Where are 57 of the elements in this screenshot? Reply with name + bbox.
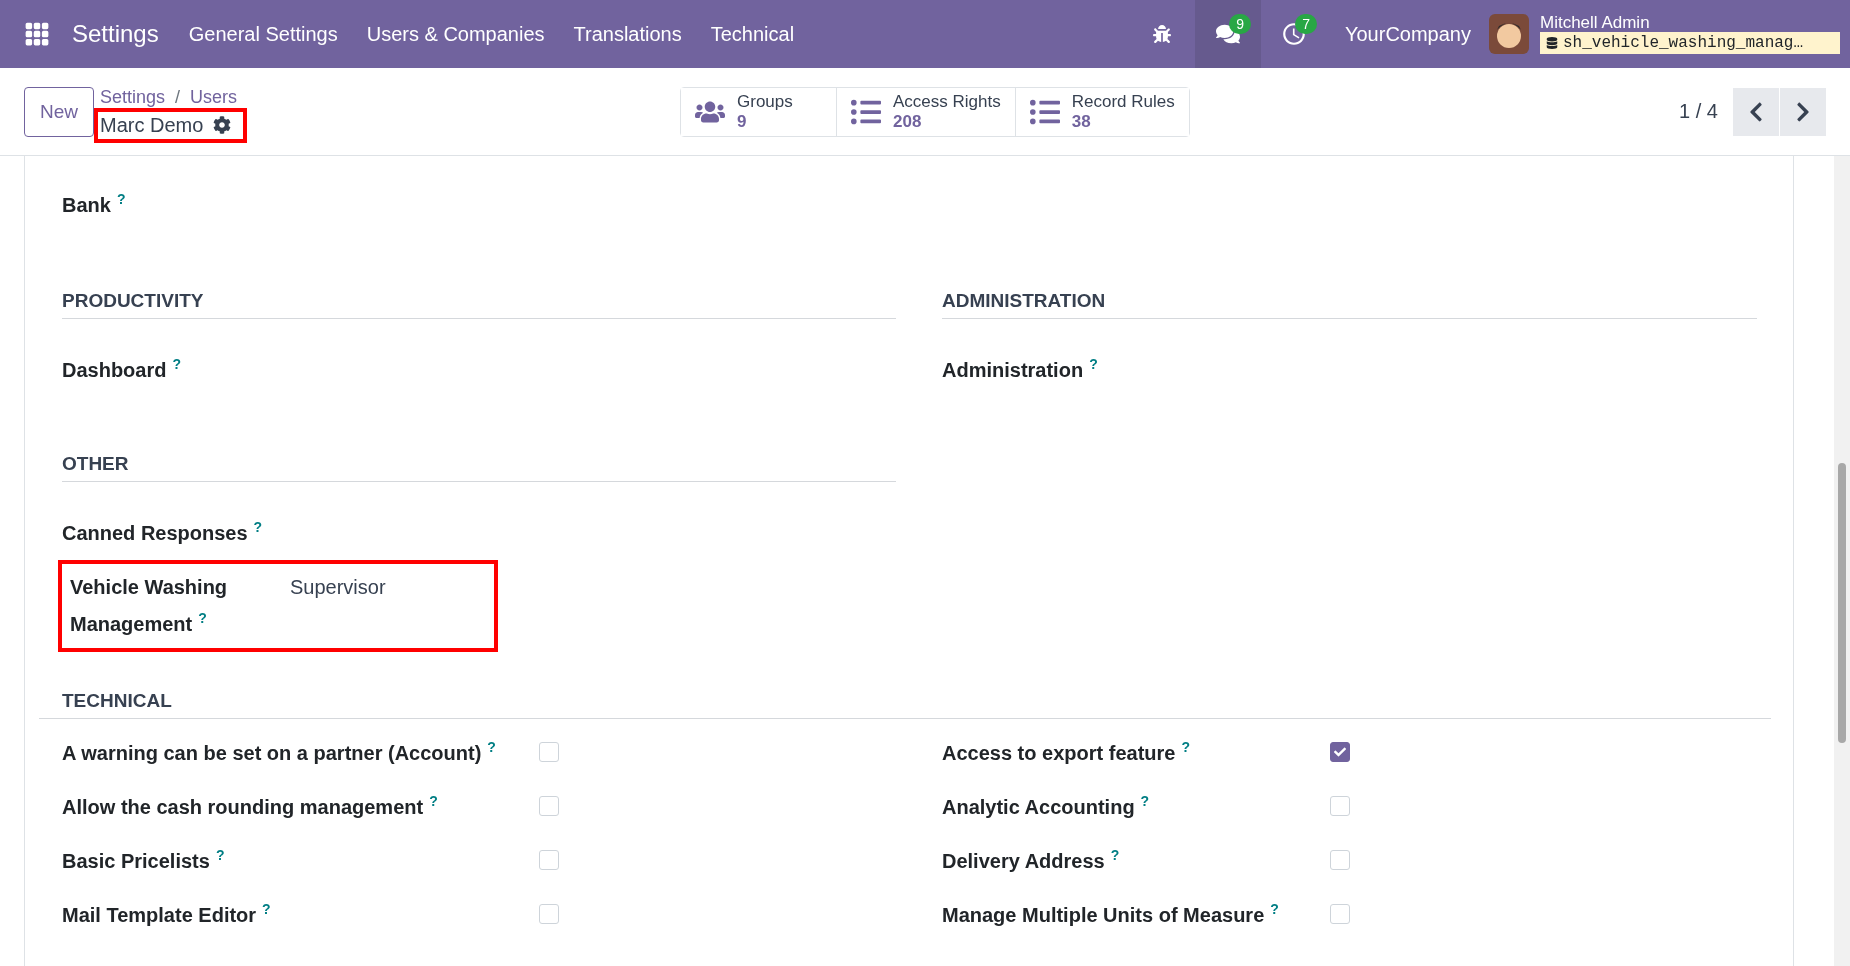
separator: / [175,86,181,108]
breadcrumb-link[interactable]: Users [190,86,238,108]
field-label: Administration $^{?}$ [942,355,1099,383]
database-icon [1546,37,1558,49]
company-name[interactable]: YourCompany [1345,22,1471,46]
help-tooltip[interactable]: ? [198,610,207,626]
menu-item[interactable]: Translations [573,22,682,46]
help-tooltip[interactable]: ? [262,900,271,917]
next-button[interactable] [1780,87,1826,136]
help-tooltip[interactable]: ? [172,356,182,372]
pager-value[interactable]: 1 / 4 [1679,100,1718,123]
field-label: Canned Responses $^{?}$ [62,518,264,546]
field-value: Supervisor [290,575,386,600]
help-tooltip[interactable]: ? [215,846,225,863]
menu-item[interactable]: Users & Companies [366,22,545,46]
avatar-icon[interactable] [1489,14,1529,54]
count-badge: 9 [1229,14,1251,34]
section-title: PRODUCTIVITY [62,290,896,319]
field-label: Basic Pricelists $^{?}$ [62,846,226,873]
help-tooltip[interactable]: ? [1140,792,1150,809]
database-name: sh_vehicle_washing_manag… [1540,32,1840,54]
field-label: A warning can be set on a partner (Account) $^{?}$ [62,738,497,765]
field-label: Mail Template Editor $^{?}$ [62,900,272,927]
help-tooltip[interactable]: ? [1181,738,1190,755]
app-name[interactable]: Settings [72,20,159,48]
help-tooltip[interactable]: ? [253,519,263,535]
field-label: Allow the cash rounding management $^{?}$ [62,792,439,819]
checkbox[interactable] [1330,741,1350,762]
apps-menu-icon[interactable] [24,21,50,47]
section-title: OTHER [62,453,896,482]
field-label: Delivery Address $^{?}$ [942,846,1121,873]
record-title: Marc Demo [100,113,204,137]
check-icon [1334,745,1346,758]
field-label: Bank $^{?}$ [62,190,127,218]
menu-item[interactable]: General Settings [188,22,338,46]
previous-button[interactable] [1733,87,1779,136]
menu-item[interactable]: Technical [710,22,795,46]
help-tooltip[interactable]: ? [1110,846,1120,863]
smart-button[interactable]: Groups 9 [681,87,837,136]
field-label: Dashboard $^{?}$ [62,355,183,383]
help-tooltip[interactable]: ? [487,738,496,755]
user-name[interactable]: Mitchell Admin [1540,14,1840,32]
new-button[interactable]: New [24,86,94,137]
field-label: Vehicle Washing Management $^{?}$ [70,575,229,637]
section-title: TECHNICAL [39,689,1771,719]
field-label: Manage Multiple Units of Measure $^{?}$ [942,900,1280,927]
section-title: ADMINISTRATION [942,290,1757,319]
help-tooltip[interactable]: ? [116,191,126,207]
field-label: Access to export feature $^{?}$ [942,738,1191,765]
count-badge: 7 [1295,14,1317,34]
bug-icon[interactable] [1153,25,1171,43]
help-tooltip[interactable]: ? [1089,356,1098,372]
breadcrumb-link[interactable]: Settings [100,86,166,108]
field-label: Analytic Accounting $^{?}$ [942,792,1151,819]
settings-icon[interactable] [213,116,232,134]
help-tooltip[interactable]: ? [429,792,438,809]
help-tooltip[interactable]: ? [1270,900,1279,917]
